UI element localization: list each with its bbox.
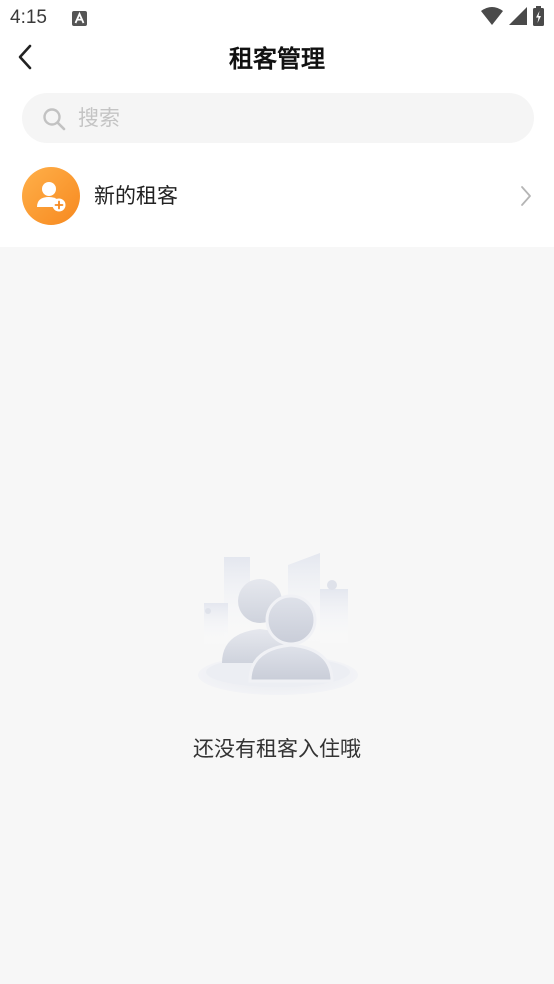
- new-tenant-label: 新的租客: [94, 184, 178, 208]
- empty-tenants-illustration: [190, 545, 366, 700]
- cell-signal-icon: [509, 7, 527, 29]
- add-user-icon: [22, 167, 80, 225]
- chevron-right-icon: [520, 185, 532, 207]
- status-icons: [481, 6, 544, 30]
- search-input[interactable]: [78, 93, 518, 143]
- status-time: 4:15: [10, 7, 47, 28]
- search-box[interactable]: [22, 93, 534, 143]
- page-title: 租客管理: [229, 45, 325, 73]
- status-bar: 4:15: [0, 0, 554, 36]
- search-icon: [42, 107, 66, 131]
- wifi-icon: [481, 7, 503, 29]
- new-tenant-row[interactable]: 新的租客: [0, 163, 554, 229]
- battery-charging-icon: [533, 6, 544, 30]
- empty-state-message: 还没有租客入住哦: [193, 737, 361, 761]
- header: 租客管理: [0, 36, 554, 82]
- a-notification-icon: [72, 11, 87, 26]
